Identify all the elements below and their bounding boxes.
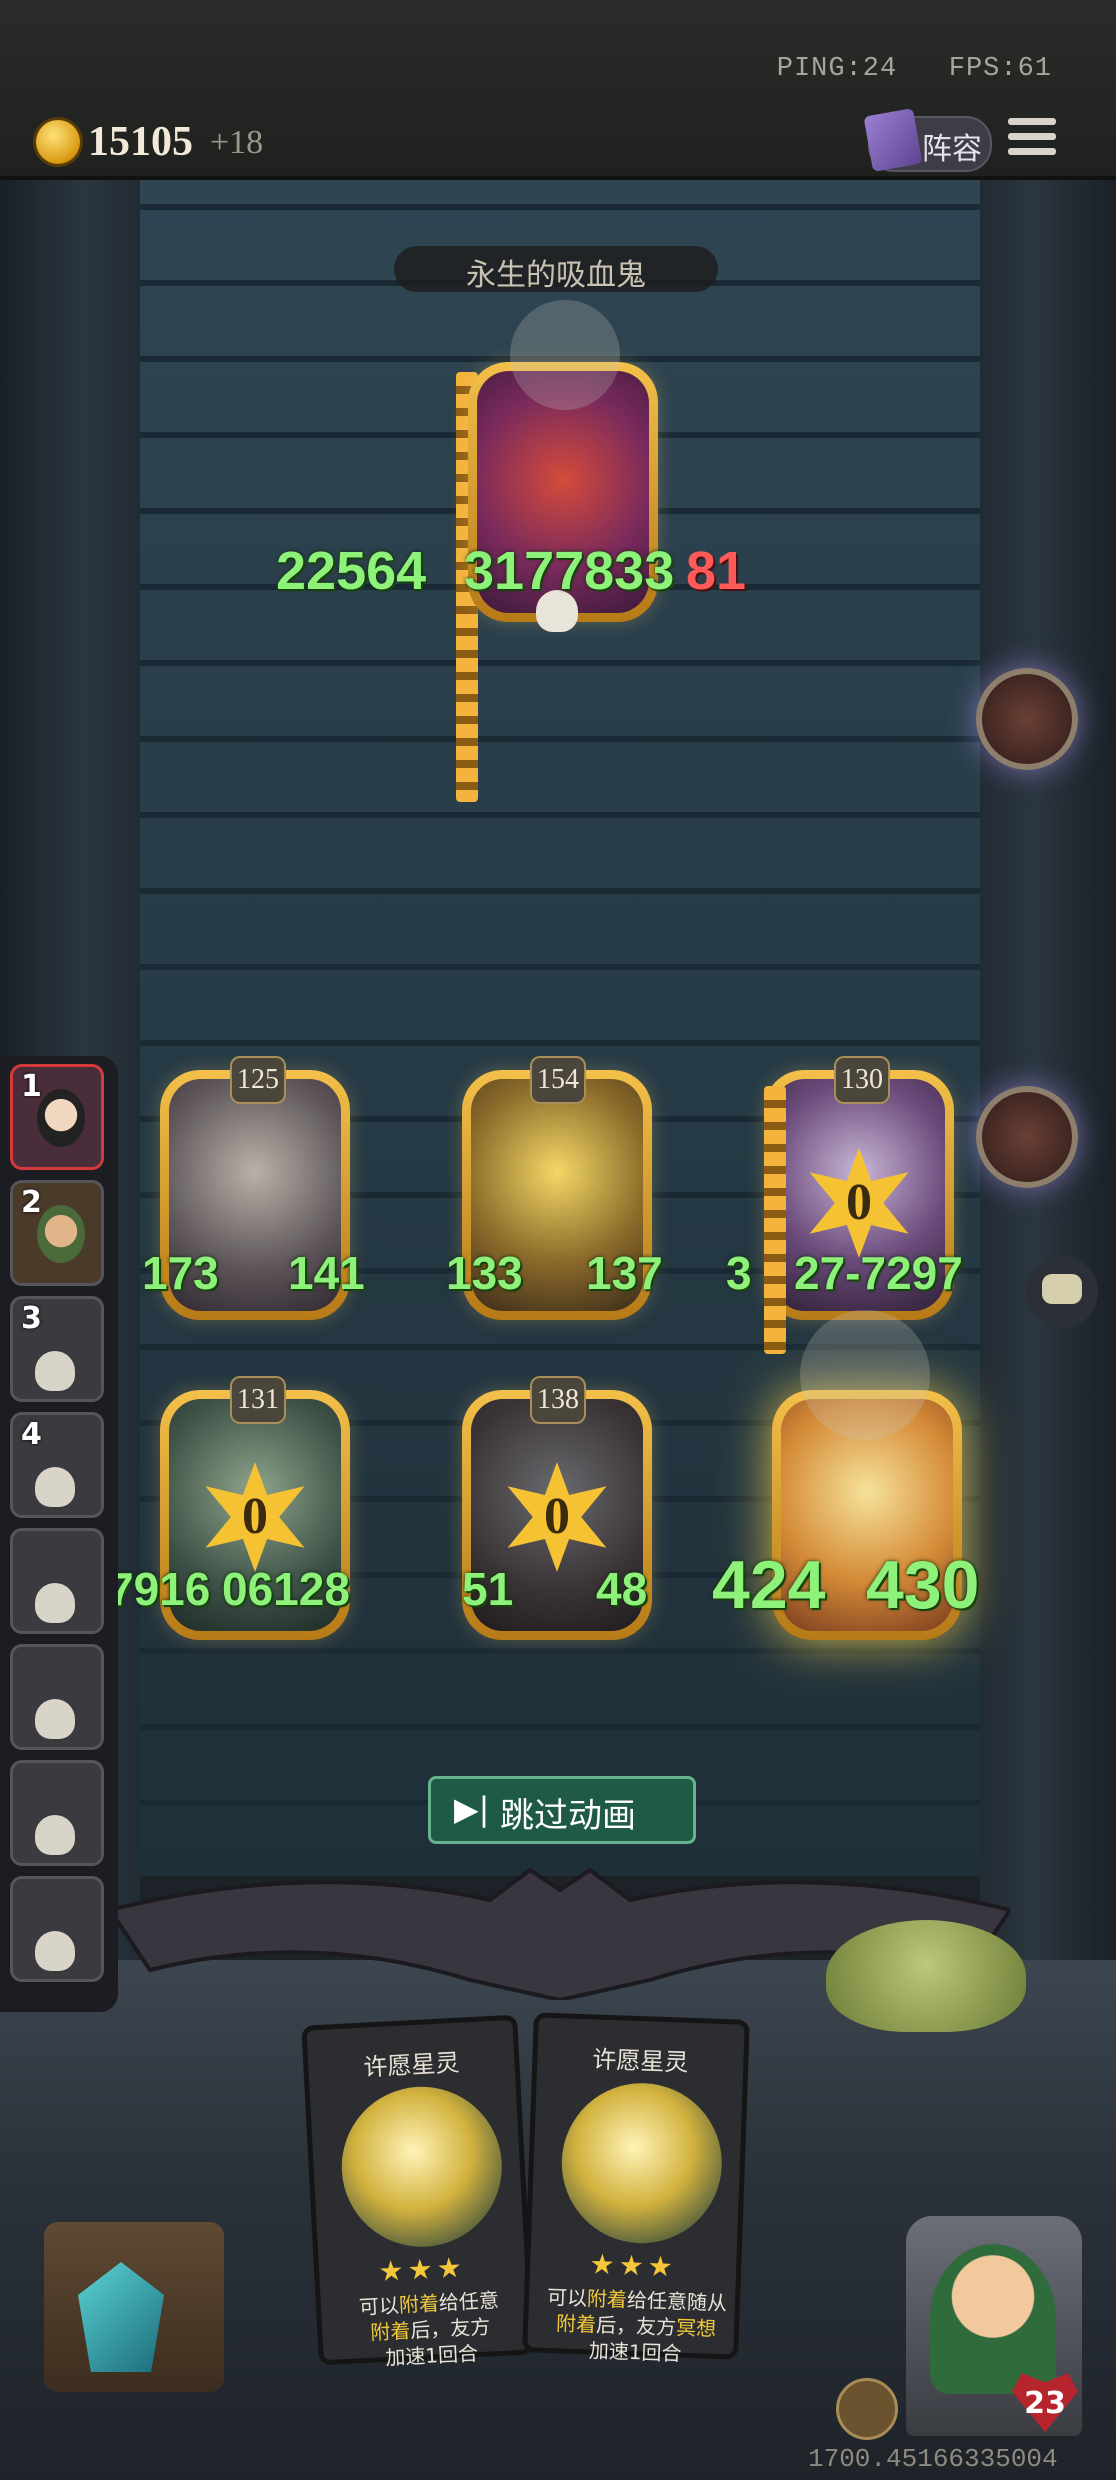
debug-coordinates: 1700.45166335004 xyxy=(808,2444,1058,2474)
minion-health: 27-7297 xyxy=(794,1247,963,1299)
star-spirit-icon xyxy=(337,2082,506,2251)
shield-icon xyxy=(800,1310,930,1440)
acorn-icon[interactable] xyxy=(836,2378,898,2440)
minion-level: 131 xyxy=(230,1376,286,1424)
skip-icon: ▶| xyxy=(454,1790,490,1828)
minion-health: 137 xyxy=(586,1247,663,1299)
card-stars: ★★★ xyxy=(589,2247,678,2284)
roster-rank: 1 xyxy=(21,1069,42,1104)
roster-slot[interactable]: 1 xyxy=(10,1064,104,1170)
minion-health: 430 xyxy=(866,1547,980,1623)
minion-level: 130 xyxy=(834,1056,890,1104)
skull-icon xyxy=(35,1467,75,1507)
crab-pet[interactable] xyxy=(826,1920,1026,2032)
card-description: 可以附着给任意随从 附着后，友方冥想 加速1回合 xyxy=(546,2284,728,2366)
ping-label: PING:24 xyxy=(776,54,898,84)
roster-rank: 4 xyxy=(21,1417,42,1452)
minion-attack: 3 xyxy=(726,1247,752,1299)
hero-health: 23 xyxy=(1024,2386,1066,2421)
minion-attack: 133 xyxy=(446,1247,523,1299)
card-title: 许愿星灵 xyxy=(362,2048,461,2082)
minion-health: 141 xyxy=(288,1247,365,1299)
coin-bonus: +18 xyxy=(210,124,264,161)
skull-icon xyxy=(35,1699,75,1739)
skip-animation-label: 跳过动画 xyxy=(500,1796,636,1836)
minion-level: 154 xyxy=(530,1056,586,1104)
fps-label: FPS:61 xyxy=(948,54,1052,84)
skull-icon xyxy=(35,1583,75,1623)
chain-effect xyxy=(764,1086,786,1354)
lineup-label: 阵容 xyxy=(922,132,982,167)
roster-rank: 3 xyxy=(21,1301,42,1336)
boss-health: 81 xyxy=(686,541,747,601)
roster-slot[interactable]: 2 xyxy=(10,1180,104,1286)
minion-level: 125 xyxy=(230,1056,286,1104)
book-icon xyxy=(863,108,923,172)
right-pillar xyxy=(980,176,1116,1976)
minion-attack: 7916 xyxy=(108,1563,211,1615)
chat-button[interactable] xyxy=(1026,1256,1098,1328)
card-description: 可以附着给任意 附着后，友方 加速1回合 xyxy=(358,2287,500,2370)
menu-icon xyxy=(1008,118,1056,125)
minion-attack: 51 xyxy=(462,1563,514,1615)
menu-button[interactable] xyxy=(1008,118,1056,162)
coin-count: 15105 xyxy=(88,119,193,165)
minion-level: 138 xyxy=(530,1376,586,1424)
chat-icon xyxy=(1042,1274,1082,1304)
minion-attack: 424 xyxy=(712,1547,826,1623)
avatar xyxy=(37,1205,85,1263)
hand-card[interactable]: 许愿星灵 ★★★ 可以附着给任意 附着后，友方 加速1回合 xyxy=(301,2014,535,2370)
pocket-watch-icon[interactable] xyxy=(976,668,1078,770)
roster-slot[interactable]: 3 xyxy=(10,1296,104,1402)
star-spirit-icon xyxy=(559,2080,725,2246)
card-title: 许愿星灵 xyxy=(591,2045,689,2077)
skull-icon xyxy=(35,1815,75,1855)
coin-icon xyxy=(36,120,80,164)
roster-slot[interactable] xyxy=(10,1760,104,1866)
minion-health: 06128 xyxy=(222,1563,350,1615)
roster-slot[interactable]: 4 xyxy=(10,1412,104,1518)
roster-slot[interactable] xyxy=(10,1876,104,1982)
card-stars: ★★★ xyxy=(377,2250,467,2289)
boss-name: 永生的吸血鬼 xyxy=(466,258,646,293)
boss-mid-value: 3177833 xyxy=(464,541,675,601)
pocket-watch-icon[interactable] xyxy=(976,1086,1078,1188)
roster-slot[interactable] xyxy=(10,1644,104,1750)
boss-attack: 22564 xyxy=(276,541,427,601)
avatar xyxy=(37,1089,85,1147)
skull-icon xyxy=(35,1931,75,1971)
boss-shield-icon xyxy=(510,300,620,410)
roster-slot[interactable] xyxy=(10,1528,104,1634)
roster-rank: 2 xyxy=(21,1185,42,1220)
minion-attack: 173 xyxy=(142,1247,219,1299)
minion-health: 48 xyxy=(596,1563,648,1615)
network-stats: PING:24 FPS:61 xyxy=(777,54,1052,84)
hero-portrait xyxy=(930,2244,1056,2394)
hand-card[interactable]: 许愿星灵 ★★★ 可以附着给任意随从 附着后，友方冥想 加速1回合 xyxy=(522,2012,750,2366)
skull-icon xyxy=(35,1351,75,1391)
